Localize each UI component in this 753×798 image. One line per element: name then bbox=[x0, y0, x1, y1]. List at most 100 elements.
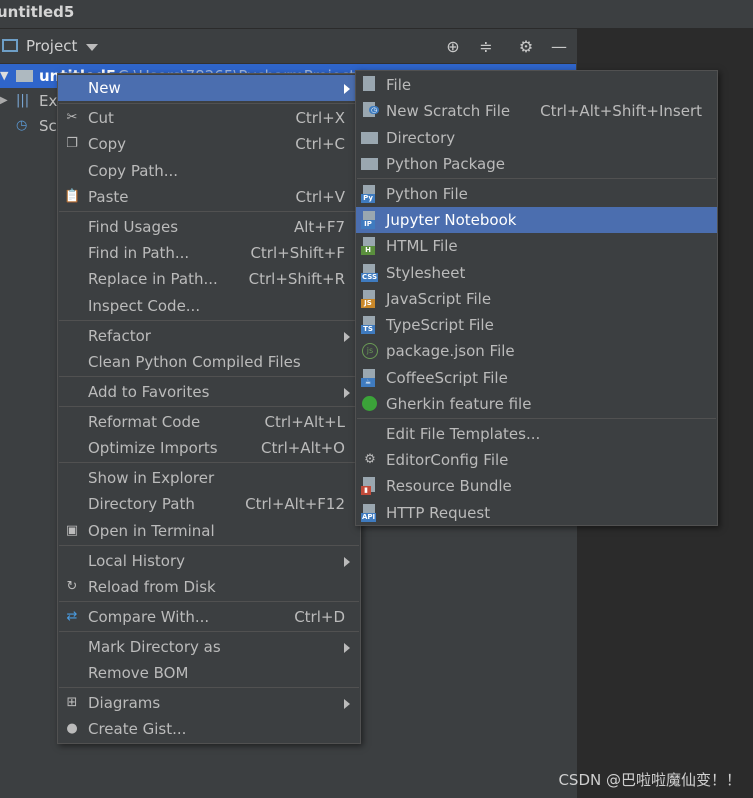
menu-item-clean-python[interactable]: Clean Python Compiled Files bbox=[58, 349, 360, 375]
submenu-item-javascript[interactable]: JS JavaScript File bbox=[356, 286, 717, 312]
menu-item-label: Copy Path... bbox=[88, 162, 179, 180]
submenu-item-stylesheet[interactable]: CSS Stylesheet bbox=[356, 260, 717, 286]
menu-item-label: package.json File bbox=[386, 342, 515, 360]
menu-item-add-favorites[interactable]: Add to Favorites bbox=[58, 379, 360, 405]
menu-item-label: HTTP Request bbox=[386, 504, 491, 522]
menu-item-open-terminal[interactable]: ▣ Open in Terminal bbox=[58, 518, 360, 544]
scissors-icon: ✂ bbox=[66, 110, 78, 125]
menu-item-label: Mark Directory as bbox=[88, 638, 221, 656]
submenu-item-editorconfig[interactable]: ⚙ EditorConfig File bbox=[356, 447, 717, 473]
menu-item-new[interactable]: New bbox=[58, 75, 360, 101]
menu-item-diagrams[interactable]: ⊞ Diagrams bbox=[58, 690, 360, 716]
submenu-arrow-icon bbox=[344, 84, 350, 94]
typescript-file-icon: TS bbox=[361, 316, 379, 334]
menu-item-label: HTML File bbox=[386, 237, 458, 255]
menu-item-find-in-path[interactable]: Find in Path... Ctrl+Shift+F bbox=[58, 240, 360, 266]
expand-arrow-icon[interactable]: ▶ bbox=[0, 89, 8, 113]
menu-item-label: New Scratch File bbox=[386, 102, 511, 120]
submenu-item-scratch[interactable]: ◷ New Scratch File Ctrl+Alt+Shift+Insert bbox=[356, 98, 717, 124]
menu-item-copy-path[interactable]: Copy Path... bbox=[58, 158, 360, 184]
menu-item-remove-bom[interactable]: Remove BOM bbox=[58, 660, 360, 686]
compare-arrows-icon: ⇄ bbox=[66, 609, 78, 624]
menu-item-label: Edit File Templates... bbox=[386, 425, 541, 443]
submenu-item-typescript[interactable]: TS TypeScript File bbox=[356, 312, 717, 338]
collapse-all-icon[interactable]: ≑ bbox=[476, 37, 496, 57]
menu-item-label: EditorConfig File bbox=[386, 451, 509, 469]
expand-arrow-icon[interactable]: ▼ bbox=[0, 64, 8, 88]
tree-item-label: Sc bbox=[39, 117, 57, 135]
gear-icon[interactable]: ⚙ bbox=[516, 37, 536, 57]
gear-icon: ⚙ bbox=[364, 452, 376, 467]
shortcut-label: Ctrl+Alt+Shift+Insert bbox=[540, 102, 702, 120]
watermark: CSDN @巴啦啦魔仙变！！ bbox=[558, 771, 741, 789]
menu-item-refactor[interactable]: Refactor bbox=[58, 323, 360, 349]
api-file-icon: API bbox=[361, 504, 379, 522]
menu-item-label: Reformat Code bbox=[88, 413, 201, 431]
new-submenu: File ◷ New Scratch File Ctrl+Alt+Shift+I… bbox=[355, 70, 718, 526]
menu-separator bbox=[59, 687, 359, 688]
menu-item-compare[interactable]: ⇄ Compare With... Ctrl+D bbox=[58, 604, 360, 630]
submenu-item-http-request[interactable]: API HTTP Request bbox=[356, 500, 717, 526]
python-file-icon: Py bbox=[361, 185, 379, 203]
clipboard-icon: 📋 bbox=[64, 189, 81, 204]
submenu-item-coffeescript[interactable]: ☕ CoffeeScript File bbox=[356, 365, 717, 391]
menu-separator bbox=[59, 211, 359, 212]
submenu-item-html[interactable]: H HTML File bbox=[356, 233, 717, 259]
menu-item-label: Cut bbox=[88, 109, 114, 127]
menu-item-reload[interactable]: ↻ Reload from Disk bbox=[58, 574, 360, 600]
shortcut-label: Alt+F7 bbox=[293, 218, 345, 236]
menu-item-paste[interactable]: 📋 Paste Ctrl+V bbox=[58, 184, 360, 210]
submenu-item-directory[interactable]: Directory bbox=[356, 125, 717, 151]
submenu-item-edit-templates[interactable]: Edit File Templates... bbox=[356, 421, 717, 447]
menu-item-label: Clean Python Compiled Files bbox=[88, 353, 301, 371]
locate-icon[interactable]: ⊕ bbox=[443, 37, 463, 57]
title-bar: untitled5 bbox=[0, 0, 753, 29]
menu-item-inspect-code[interactable]: Inspect Code... bbox=[58, 293, 360, 319]
submenu-item-file[interactable]: File bbox=[356, 72, 717, 98]
menu-item-show-explorer[interactable]: Show in Explorer bbox=[58, 465, 360, 491]
resource-bundle-icon: ▮ bbox=[361, 477, 379, 495]
scratches-icon: ◷ bbox=[16, 118, 28, 133]
menu-item-label: Find Usages bbox=[88, 218, 179, 236]
menu-item-copy[interactable]: ❐ Copy Ctrl+C bbox=[58, 131, 360, 157]
tree-item-scratches[interactable]: ◷ Sc bbox=[0, 114, 60, 138]
menu-item-label: JavaScript File bbox=[386, 290, 492, 308]
project-view-label[interactable]: Project bbox=[26, 37, 77, 55]
chevron-down-icon[interactable] bbox=[86, 44, 98, 51]
menu-item-replace-in-path[interactable]: Replace in Path... Ctrl+Shift+R bbox=[58, 266, 360, 292]
project-panel-header: Project ⊕ ≑ ⚙ — bbox=[0, 30, 576, 64]
submenu-item-python-package[interactable]: Python Package bbox=[356, 151, 717, 177]
menu-separator bbox=[59, 103, 359, 104]
menu-item-create-gist[interactable]: ● Create Gist... bbox=[58, 716, 360, 742]
submenu-item-gherkin[interactable]: Gherkin feature file bbox=[356, 391, 717, 417]
menu-item-directory-path[interactable]: Directory Path Ctrl+Alt+F12 bbox=[58, 491, 360, 517]
submenu-item-package-json[interactable]: js package.json File bbox=[356, 338, 717, 364]
menu-item-label: Remove BOM bbox=[88, 664, 189, 682]
shortcut-label: Ctrl+X bbox=[295, 109, 345, 127]
menu-item-local-history[interactable]: Local History bbox=[58, 548, 360, 574]
coffeescript-file-icon: ☕ bbox=[361, 369, 379, 387]
shortcut-label: Ctrl+Alt+O bbox=[261, 439, 345, 457]
menu-item-reformat[interactable]: Reformat Code Ctrl+Alt+L bbox=[58, 409, 360, 435]
menu-item-label: Create Gist... bbox=[88, 720, 187, 738]
menu-item-label: TypeScript File bbox=[386, 316, 494, 334]
library-icon: ||| bbox=[16, 93, 30, 108]
folder-icon bbox=[16, 70, 33, 82]
tree-item-external-libraries[interactable]: ▶ ||| Ext bbox=[0, 89, 63, 113]
menu-item-mark-directory[interactable]: Mark Directory as bbox=[58, 634, 360, 660]
menu-item-cut[interactable]: ✂ Cut Ctrl+X bbox=[58, 105, 360, 131]
menu-item-optimize-imports[interactable]: Optimize Imports Ctrl+Alt+O bbox=[58, 435, 360, 461]
minimize-icon[interactable]: — bbox=[549, 37, 569, 57]
shortcut-label: Ctrl+V bbox=[295, 188, 345, 206]
menu-item-find-usages[interactable]: Find Usages Alt+F7 bbox=[58, 214, 360, 240]
menu-item-label: Show in Explorer bbox=[88, 469, 215, 487]
reload-icon: ↻ bbox=[66, 579, 78, 594]
package-icon bbox=[361, 155, 379, 173]
menu-item-label: Open in Terminal bbox=[88, 522, 215, 540]
submenu-arrow-icon bbox=[344, 332, 350, 342]
submenu-item-jupyter[interactable]: IP Jupyter Notebook bbox=[356, 207, 717, 233]
submenu-item-resource-bundle[interactable]: ▮ Resource Bundle bbox=[356, 473, 717, 499]
html-file-icon: H bbox=[361, 237, 379, 255]
submenu-item-python-file[interactable]: Py Python File bbox=[356, 181, 717, 207]
menu-item-label: Resource Bundle bbox=[386, 477, 512, 495]
